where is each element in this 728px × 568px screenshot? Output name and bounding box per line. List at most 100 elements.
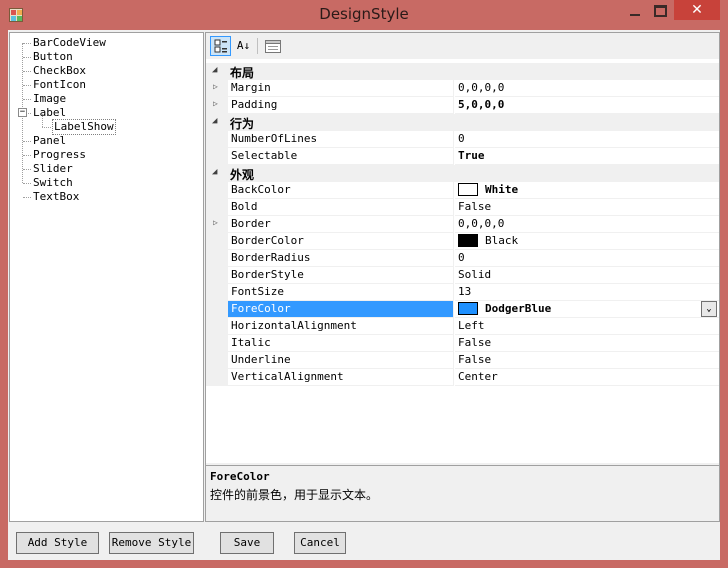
property-row-padding[interactable]: ▷ Padding 5,0,0,0 xyxy=(206,97,719,114)
collapse-arrow-icon[interactable]: ◢ xyxy=(212,65,217,75)
collapse-arrow-icon[interactable]: ◢ xyxy=(212,116,217,126)
property-pages-icon xyxy=(264,40,281,53)
property-row-italic[interactable]: Italic False xyxy=(206,335,719,352)
property-name[interactable]: Underline xyxy=(228,352,454,369)
property-value[interactable]: True xyxy=(455,148,719,165)
property-value-text: 0,0,0,0 xyxy=(458,217,505,230)
maximize-icon[interactable] xyxy=(654,5,667,17)
property-name[interactable]: BorderRadius xyxy=(228,250,454,267)
tree-connector xyxy=(23,141,31,142)
tree-connector xyxy=(23,155,31,156)
cancel-button[interactable]: Cancel xyxy=(294,532,346,554)
property-name[interactable]: FontSize xyxy=(228,284,454,301)
category-label: 行为 xyxy=(230,117,255,131)
property-name[interactable]: ForeColor xyxy=(228,301,454,318)
tree-item-label[interactable]: Label xyxy=(33,106,66,120)
categorized-button[interactable] xyxy=(210,36,231,56)
property-name[interactable]: HorizontalAlignment xyxy=(228,318,454,335)
property-value[interactable]: 0,0,0,0 xyxy=(455,216,719,233)
tree-item-switch[interactable]: Switch xyxy=(33,176,73,190)
tree-item-panel[interactable]: Panel xyxy=(33,134,66,148)
property-value[interactable]: Center xyxy=(455,369,719,386)
property-value[interactable]: False xyxy=(455,199,719,216)
property-name[interactable]: Padding xyxy=(228,97,454,114)
save-button[interactable]: Save xyxy=(220,532,274,554)
tree-item-labelshow[interactable]: LabelShow xyxy=(52,119,116,135)
property-value[interactable]: 13 xyxy=(455,284,719,301)
tree-connector xyxy=(23,57,31,58)
property-value[interactable]: False xyxy=(455,352,719,369)
property-value[interactable]: False xyxy=(455,335,719,352)
property-row-horizontalalignment[interactable]: HorizontalAlignment Left xyxy=(206,318,719,335)
property-row-borderradius[interactable]: BorderRadius 0 xyxy=(206,250,719,267)
tree-item-checkbox[interactable]: CheckBox xyxy=(33,64,86,78)
property-row-verticalalignment[interactable]: VerticalAlignment Center xyxy=(206,369,719,386)
style-tree[interactable]: BarCodeView Button CheckBox FontIcon Image La… xyxy=(9,32,204,522)
property-value[interactable]: White xyxy=(455,182,719,199)
property-row-backcolor[interactable]: BackColor White xyxy=(206,182,719,199)
tree-item-button[interactable]: Button xyxy=(33,50,73,64)
minimize-icon[interactable] xyxy=(630,14,640,16)
expand-arrow-icon[interactable]: ▷ xyxy=(213,99,218,108)
property-name[interactable]: Bold xyxy=(228,199,454,216)
property-value[interactable]: 5,0,0,0 xyxy=(455,97,719,114)
property-name[interactable]: Margin xyxy=(228,80,454,97)
property-name[interactable]: NumberOfLines xyxy=(228,131,454,148)
category-row[interactable]: ◢ 外观 xyxy=(206,165,719,182)
property-row-margin[interactable]: ▷ Margin 0,0,0,0 xyxy=(206,80,719,97)
dropdown-arrow-icon[interactable]: ⌄ xyxy=(701,301,717,317)
property-grid-rows[interactable]: ◢ 布局 ▷ Margin 0,0,0,0 ▷ Padding 5,0,0,0 ◢ 行为 Numbe… xyxy=(206,59,719,463)
property-name[interactable]: BorderColor xyxy=(228,233,454,250)
property-value[interactable]: Solid xyxy=(455,267,719,284)
property-name[interactable]: Selectable xyxy=(228,148,454,165)
property-value[interactable]: Left xyxy=(455,318,719,335)
property-value[interactable]: Black xyxy=(455,233,719,250)
property-name[interactable]: Border xyxy=(228,216,454,233)
row-gutter: ▷ xyxy=(206,80,228,97)
close-button[interactable]: ✕ xyxy=(674,0,720,20)
property-value-text: 0 xyxy=(458,132,465,145)
property-name[interactable]: Italic xyxy=(228,335,454,352)
collapse-icon[interactable]: − xyxy=(18,108,27,117)
property-row-border[interactable]: ▷ Border 0,0,0,0 xyxy=(206,216,719,233)
tree-item-fonticon[interactable]: FontIcon xyxy=(33,78,86,92)
property-row-bold[interactable]: Bold False xyxy=(206,199,719,216)
category-row[interactable]: ◢ 布局 xyxy=(206,63,719,80)
tree-item-barcodeview[interactable]: BarCodeView xyxy=(33,36,106,50)
row-gutter xyxy=(206,369,228,386)
property-value[interactable]: DodgerBlue ⌄ xyxy=(455,301,719,318)
add-style-button[interactable]: Add Style xyxy=(16,532,99,554)
property-value-text: Solid xyxy=(458,268,492,281)
property-row-forecolor[interactable]: ForeColor DodgerBlue ⌄ xyxy=(206,301,719,318)
property-pages-button[interactable] xyxy=(262,36,283,56)
property-value[interactable]: 0,0,0,0 xyxy=(455,80,719,97)
expand-arrow-icon[interactable]: ▷ xyxy=(213,218,218,227)
property-value[interactable]: 0 xyxy=(455,131,719,148)
property-row-underline[interactable]: Underline False xyxy=(206,352,719,369)
client-area: BarCodeView Button CheckBox FontIcon Image La… xyxy=(8,30,720,560)
property-name[interactable]: BorderStyle xyxy=(228,267,454,284)
tree-item-textbox[interactable]: TextBox xyxy=(33,190,79,204)
row-gutter xyxy=(206,182,228,199)
remove-style-button[interactable]: Remove Style xyxy=(109,532,194,554)
property-value-text: Black xyxy=(485,234,519,247)
collapse-arrow-icon[interactable]: ◢ xyxy=(212,167,217,177)
sort-az-icon[interactable]: A↓ xyxy=(233,36,254,56)
title-bar[interactable]: DesignStyle ✕ xyxy=(0,0,728,30)
tree-item-image[interactable]: Image xyxy=(33,92,66,106)
color-swatch xyxy=(458,234,478,247)
expand-arrow-icon[interactable]: ▷ xyxy=(213,82,218,91)
property-row-bordercolor[interactable]: BorderColor Black xyxy=(206,233,719,250)
color-swatch xyxy=(458,183,478,196)
tree-item-progress[interactable]: Progress xyxy=(33,148,86,162)
property-name[interactable]: VerticalAlignment xyxy=(228,369,454,386)
property-row-numberoflines[interactable]: NumberOfLines 0 xyxy=(206,131,719,148)
property-row-fontsize[interactable]: FontSize 13 xyxy=(206,284,719,301)
property-row-selectable[interactable]: Selectable True xyxy=(206,148,719,165)
property-value[interactable]: 0 xyxy=(455,250,719,267)
tree-item-slider[interactable]: Slider xyxy=(33,162,73,176)
category-row[interactable]: ◢ 行为 xyxy=(206,114,719,131)
design-style-window: DesignStyle ✕ BarCodeView Button CheckBox F… xyxy=(0,0,728,568)
property-name[interactable]: BackColor xyxy=(228,182,454,199)
property-row-borderstyle[interactable]: BorderStyle Solid xyxy=(206,267,719,284)
